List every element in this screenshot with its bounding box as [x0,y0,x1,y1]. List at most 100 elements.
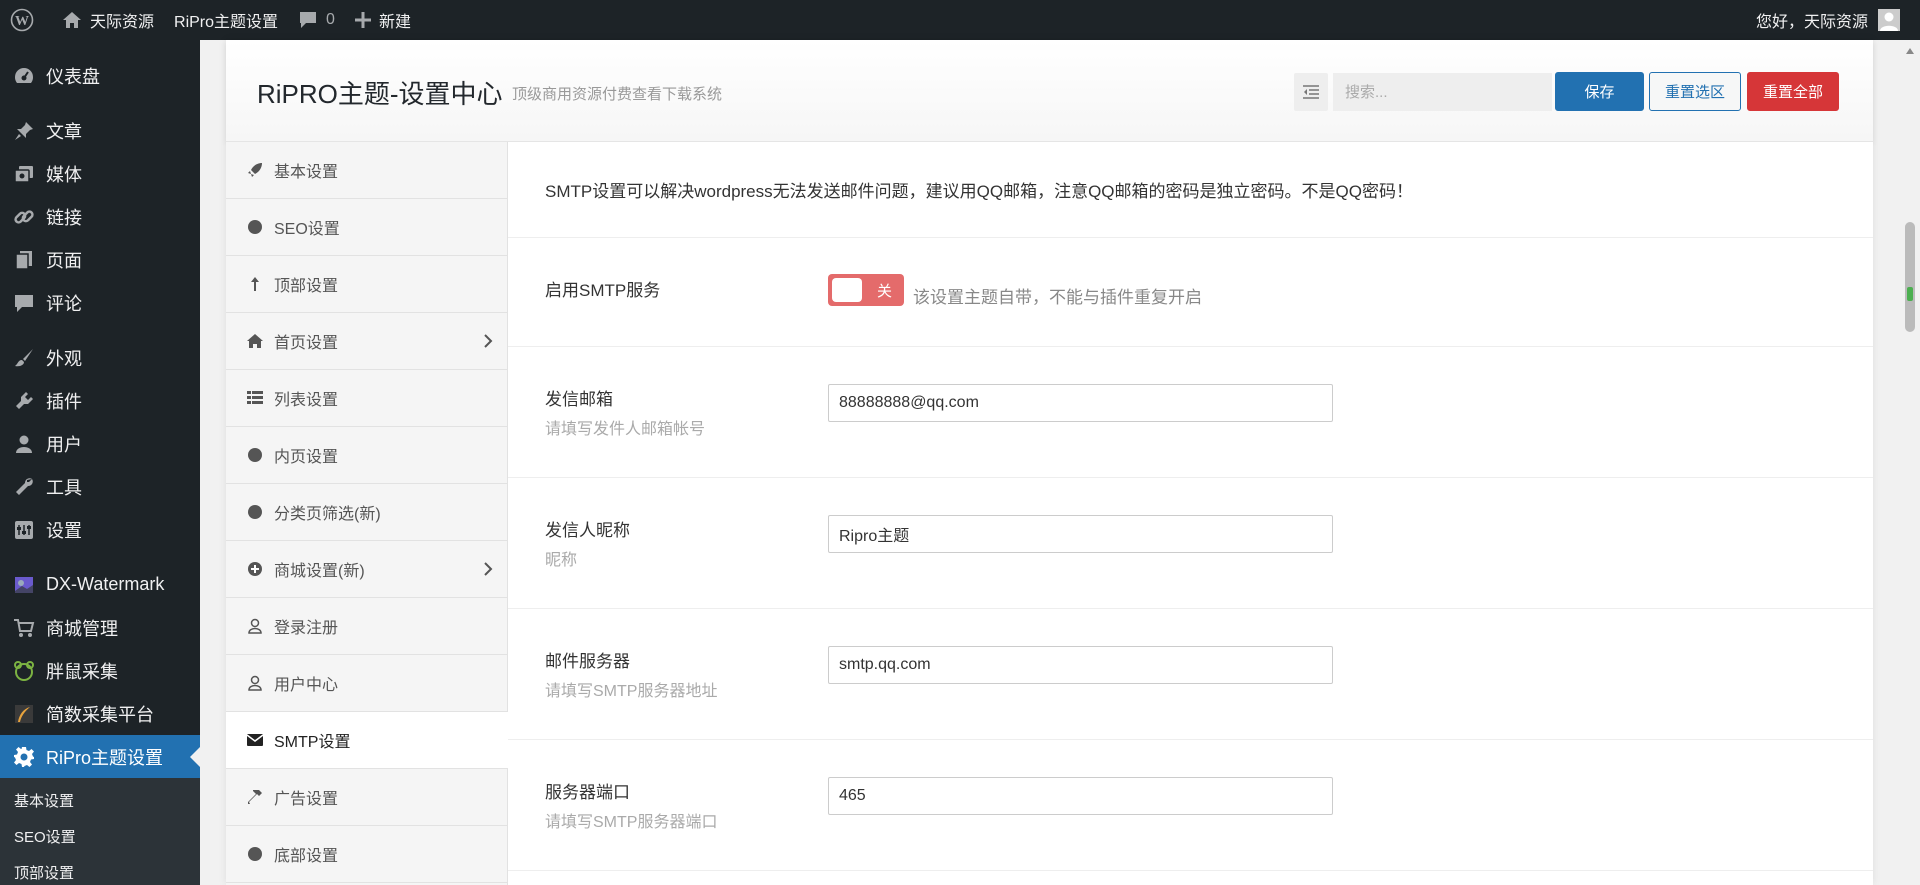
hammer-icon [246,788,264,806]
field-from-name: 发信人昵称 昵称 [508,478,1873,609]
new-label: 新建 [378,14,411,31]
field-title: 邮件服务器 [545,652,630,671]
nav-label: 基本设置 [274,164,339,181]
nav-item-ads[interactable]: 广告设置 [226,769,507,826]
submenu-item-basic[interactable]: 基本设置 [0,784,200,820]
menu-label: 媒体 [46,164,82,185]
menu-label: 设置 [46,520,82,541]
admin-menu: 仪表盘 文章 媒体 链接 页面 评论 外观 插件 用户 工具 设置 DX-Wat… [0,40,200,885]
nav-item-inner-page[interactable]: 内页设置 [226,427,507,484]
submenu-item-top[interactable]: 顶部设置 [0,856,200,885]
menu-label: 插件 [46,391,82,412]
user-outline-icon [246,617,264,635]
menu-label: 评论 [46,293,82,314]
menu-item-shop[interactable]: 商城管理 [0,606,200,649]
nav-item-category-filter[interactable]: 分类页筛选(新) [226,484,507,541]
nav-label: 内页设置 [274,449,339,466]
save-button[interactable]: 保存 [1555,72,1644,111]
nav-item-home[interactable]: 首页设置 [226,313,507,370]
field-desc: 请填写SMTP服务器端口 [545,814,718,831]
toggle-knob [832,278,862,302]
menu-label: 胖鼠采集 [46,661,118,682]
circle-icon [246,446,264,464]
pin-icon [12,119,36,143]
comment-icon [300,12,317,28]
reset-section-button[interactable]: 重置选区 [1649,72,1741,111]
menu-item-pages[interactable]: 页面 [0,238,200,281]
menu-item-jianshu[interactable]: 简数采集平台 [0,692,200,735]
site-name-link[interactable]: 天际资源 [52,0,164,40]
field-title: 启用SMTP服务 [545,281,661,300]
wordpress-logo-icon[interactable]: W [0,0,52,40]
chevron-right-icon [484,334,493,348]
menu-item-posts[interactable]: 文章 [0,109,200,152]
greeting[interactable]: 您好，天际资源 [1756,8,1868,32]
scroll-up-arrow-icon[interactable] [1906,44,1914,54]
page-scrollbar[interactable] [1900,40,1920,885]
media-icon [12,162,36,186]
menu-item-comments[interactable]: 评论 [0,281,200,324]
menu-label: 文章 [46,121,82,142]
from-email-input[interactable] [828,384,1333,422]
field-title: 发信人昵称 [545,521,630,540]
menu-item-media[interactable]: 媒体 [0,152,200,195]
comments-link[interactable]: 0 [288,0,345,40]
menu-item-dx-watermark[interactable]: DX-Watermark [0,563,200,606]
nav-item-smtp[interactable]: SMTP设置 [226,712,509,769]
smtp-settings-content: SMTP设置可以解决wordpress无法发送邮件问题，建议用QQ邮箱，注意QQ… [508,142,1873,885]
menu-label: 工具 [46,477,82,498]
nav-label: 用户中心 [274,677,339,694]
nav-item-top[interactable]: 顶部设置 [226,256,507,313]
smtp-host-input[interactable] [828,646,1333,684]
smtp-notice: SMTP设置可以解决wordpress无法发送邮件问题，建议用QQ邮箱，注意QQ… [508,142,1873,238]
scrollbar-thumb[interactable] [1905,222,1915,332]
submenu: 基本设置 SEO设置 顶部设置 [0,778,200,885]
menu-label: RiPro主题设置 [46,747,164,768]
menu-label: 外观 [46,348,82,369]
from-name-input[interactable] [828,515,1333,553]
theme-settings-label: RiPro主题设置 [174,14,279,31]
menu-item-tools[interactable]: 工具 [0,465,200,508]
menu-item-fat-rat[interactable]: 胖鼠采集 [0,649,200,692]
menu-item-ripro-settings[interactable]: RiPro主题设置 [0,735,200,778]
settings-icon [12,518,36,542]
nav-item-shop[interactable]: 商城设置(新) [226,541,507,598]
new-content-link[interactable]: 新建 [345,0,421,40]
plus-icon [354,12,371,28]
menu-item-settings[interactable]: 设置 [0,508,200,551]
menu-item-plugins[interactable]: 插件 [0,379,200,422]
submenu-item-seo[interactable]: SEO设置 [0,820,200,856]
smtp-toggle[interactable]: 关 [828,274,904,306]
menu-label: 简数采集平台 [46,704,154,725]
menu-item-dashboard[interactable]: 仪表盘 [0,54,200,97]
nav-item-login[interactable]: 登录注册 [226,598,507,655]
nav-item-list[interactable]: 列表设置 [226,370,507,427]
menu-item-appearance[interactable]: 外观 [0,336,200,379]
field-title: 服务器端口 [545,783,630,802]
circle-icon [246,845,264,863]
menu-label: DX-Watermark [46,574,165,594]
smtp-port-input[interactable] [828,777,1333,815]
user-icon [12,432,36,456]
nav-item-footer[interactable]: 底部设置 [226,826,507,883]
menu-item-links[interactable]: 链接 [0,195,200,238]
menu-item-users[interactable]: 用户 [0,422,200,465]
field-desc: 请填写SMTP服务器地址 [545,683,718,700]
gear-icon [12,745,36,769]
brush-icon [12,346,36,370]
reset-all-button[interactable]: 重置全部 [1747,72,1839,111]
panel-header: RiPRO主题-设置中心 顶级商用资源付费查看下载系统 保存 重置选区 重置全部 [226,40,1873,142]
settings-panel: RiPRO主题-设置中心 顶级商用资源付费查看下载系统 保存 重置选区 重置全部… [226,40,1873,885]
nav-item-basic[interactable]: 基本设置 [226,142,507,199]
nav-item-seo[interactable]: SEO设置 [226,199,507,256]
avatar[interactable] [1878,9,1900,31]
image-icon [12,573,36,597]
nav-label: 登录注册 [274,620,339,637]
expand-all-button[interactable] [1294,73,1328,111]
nav-label: 商城设置(新) [274,563,365,580]
theme-settings-link[interactable]: RiPro主题设置 [164,0,288,40]
search-input[interactable] [1333,73,1552,111]
dashboard-icon [12,64,36,88]
home-icon [246,332,264,350]
nav-item-user-center[interactable]: 用户中心 [226,655,507,712]
